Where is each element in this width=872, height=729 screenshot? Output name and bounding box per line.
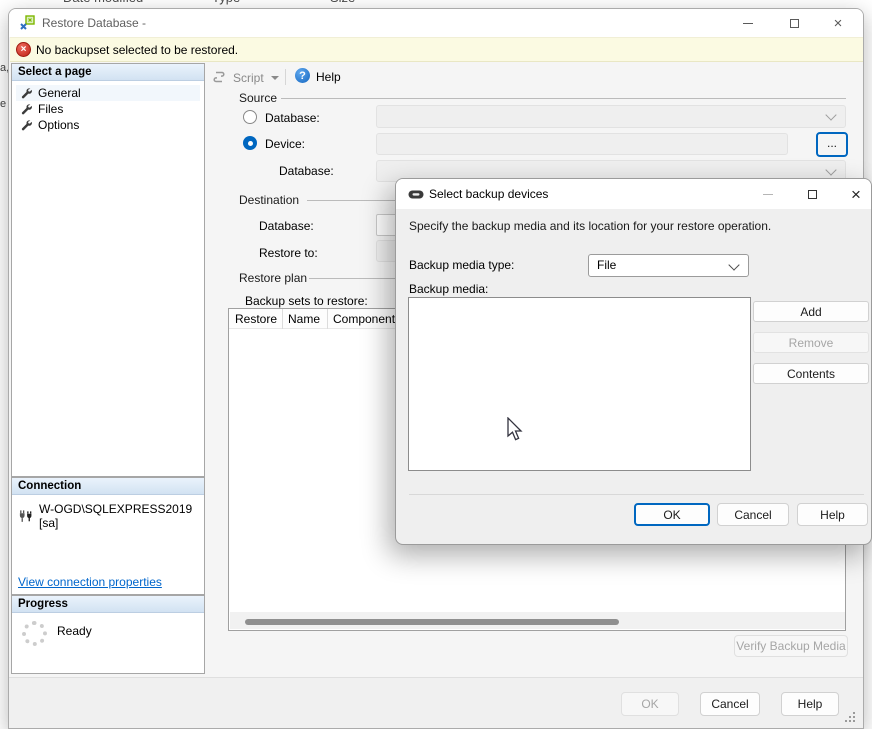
device-radio[interactable]: [243, 136, 257, 150]
progress-spinner-icon: [22, 621, 47, 646]
resize-grip[interactable]: [853, 720, 855, 722]
dialog-title: Restore Database -: [42, 16, 146, 30]
devices-description: Specify the backup media and its locatio…: [409, 219, 771, 233]
column-separator[interactable]: [327, 309, 328, 329]
warning-text: No backupset selected to be restored.: [36, 43, 238, 57]
wrench-icon: [20, 103, 32, 115]
bg-column-type: Type: [212, 0, 240, 5]
view-connection-properties-link[interactable]: View connection properties: [18, 575, 162, 589]
backup-media-type-dropdown[interactable]: File: [588, 254, 749, 277]
error-icon: ×: [16, 42, 31, 57]
source-database-dropdown[interactable]: [376, 105, 846, 128]
backup-media-label: Backup media:: [409, 282, 488, 296]
remove-button[interactable]: Remove: [753, 332, 869, 353]
device-radio-label: Device:: [265, 137, 305, 151]
select-a-page-panel: Select a page General Files Options: [11, 63, 205, 477]
progress-header: Progress: [12, 596, 204, 613]
restore-database-icon: [19, 15, 35, 31]
chevron-down-icon: [728, 259, 739, 270]
source-group-line: [281, 98, 846, 99]
column-header-name[interactable]: Name: [288, 312, 320, 326]
restore-plan-group-label: Restore plan: [239, 271, 307, 285]
help-button[interactable]: Help: [797, 503, 868, 526]
maximize-icon: [808, 190, 817, 199]
device-textbox[interactable]: [376, 133, 788, 155]
close-icon: ×: [834, 16, 843, 31]
warning-bar: × No backupset selected to be restored.: [10, 37, 863, 62]
dialog-footer: OK Cancel Help: [9, 677, 863, 728]
horizontal-scrollbar-thumb[interactable]: [245, 619, 619, 625]
select-a-page-header: Select a page: [12, 64, 204, 81]
wrench-icon: [20, 87, 32, 99]
sidebar-item-label: General: [38, 86, 81, 100]
background-window-columns: Date modified Type Size: [0, 0, 872, 8]
maximize-button[interactable]: [777, 9, 811, 37]
bg-column-date-modified: Date modified: [63, 0, 143, 5]
chevron-down-icon: [825, 109, 836, 120]
cancel-button[interactable]: Cancel: [700, 692, 760, 716]
close-icon: ×: [851, 186, 861, 203]
connection-server-row: W-OGD\SQLEXPRESS2019 [sa]: [18, 502, 204, 530]
dialog-title: Select backup devices: [429, 187, 548, 201]
column-header-component[interactable]: Component: [333, 312, 395, 326]
minimize-icon: [763, 194, 773, 195]
sidebar-item-label: Files: [38, 102, 63, 116]
source-database2-label: Database:: [279, 164, 334, 178]
backup-media-type-label: Backup media type:: [409, 258, 514, 272]
backup-device-icon: [408, 190, 424, 199]
minimize-icon: [743, 23, 753, 24]
script-dropdown-caret[interactable]: [271, 76, 279, 80]
restore-to-label: Restore to:: [259, 246, 318, 260]
column-separator[interactable]: [282, 309, 283, 329]
help-button[interactable]: Help: [781, 692, 839, 716]
select-backup-devices-dialog: Select backup devices × Specify the back…: [395, 178, 872, 545]
restore-dialog-titlebar: Restore Database - ×: [9, 9, 863, 37]
close-button[interactable]: ×: [821, 9, 855, 37]
device-browse-button[interactable]: ...: [816, 132, 848, 157]
cancel-button[interactable]: Cancel: [717, 503, 789, 526]
toolbar-divider: [285, 69, 286, 85]
help-toolbar-button[interactable]: Help: [316, 70, 341, 84]
close-button[interactable]: ×: [839, 179, 872, 209]
backup-media-listbox[interactable]: [408, 297, 751, 471]
progress-panel: Progress Ready: [11, 595, 205, 674]
minimize-button[interactable]: [731, 9, 765, 37]
sidebar-item-general[interactable]: General: [16, 85, 200, 101]
script-icon: [212, 70, 226, 84]
bg-text-fragment: e: [0, 98, 6, 110]
backup-media-type-value: File: [597, 258, 616, 272]
ok-button[interactable]: OK: [621, 692, 679, 716]
column-header-restore[interactable]: Restore: [235, 312, 277, 326]
database-radio[interactable]: [243, 110, 257, 124]
verify-backup-media-button[interactable]: Verify Backup Media: [734, 635, 848, 657]
connection-server: W-OGD\SQLEXPRESS2019 [sa]: [39, 502, 204, 530]
help-icon: ?: [295, 68, 310, 83]
wrench-icon: [20, 119, 32, 131]
maximize-icon: [790, 19, 799, 28]
maximize-button[interactable]: [795, 179, 829, 209]
footer-separator: [409, 494, 864, 495]
script-button[interactable]: Script: [233, 71, 264, 85]
progress-status: Ready: [57, 624, 92, 638]
source-group-label: Source: [239, 91, 277, 105]
horizontal-scrollbar[interactable]: [230, 612, 845, 629]
destination-group-label: Destination: [239, 193, 299, 207]
database-radio-label: Database:: [265, 111, 320, 125]
ok-button[interactable]: OK: [634, 503, 710, 526]
server-connection-icon: [18, 509, 33, 524]
sidebar-item-options[interactable]: Options: [16, 117, 200, 133]
sidebar-item-files[interactable]: Files: [16, 101, 200, 117]
contents-button[interactable]: Contents: [753, 363, 869, 384]
connection-panel: Connection W-OGD\SQLEXPRESS2019 [sa] Vie…: [11, 477, 205, 595]
add-button[interactable]: Add: [753, 301, 869, 322]
connection-header: Connection: [12, 478, 204, 495]
chevron-down-icon: [825, 164, 836, 175]
backup-sets-label: Backup sets to restore:: [245, 294, 368, 308]
mouse-cursor: [507, 417, 525, 443]
devices-dialog-titlebar: Select backup devices ×: [396, 179, 871, 209]
destination-database-label: Database:: [259, 219, 314, 233]
minimize-button[interactable]: [751, 179, 785, 209]
sidebar-item-label: Options: [38, 118, 79, 132]
bg-column-size: Size: [330, 0, 355, 5]
